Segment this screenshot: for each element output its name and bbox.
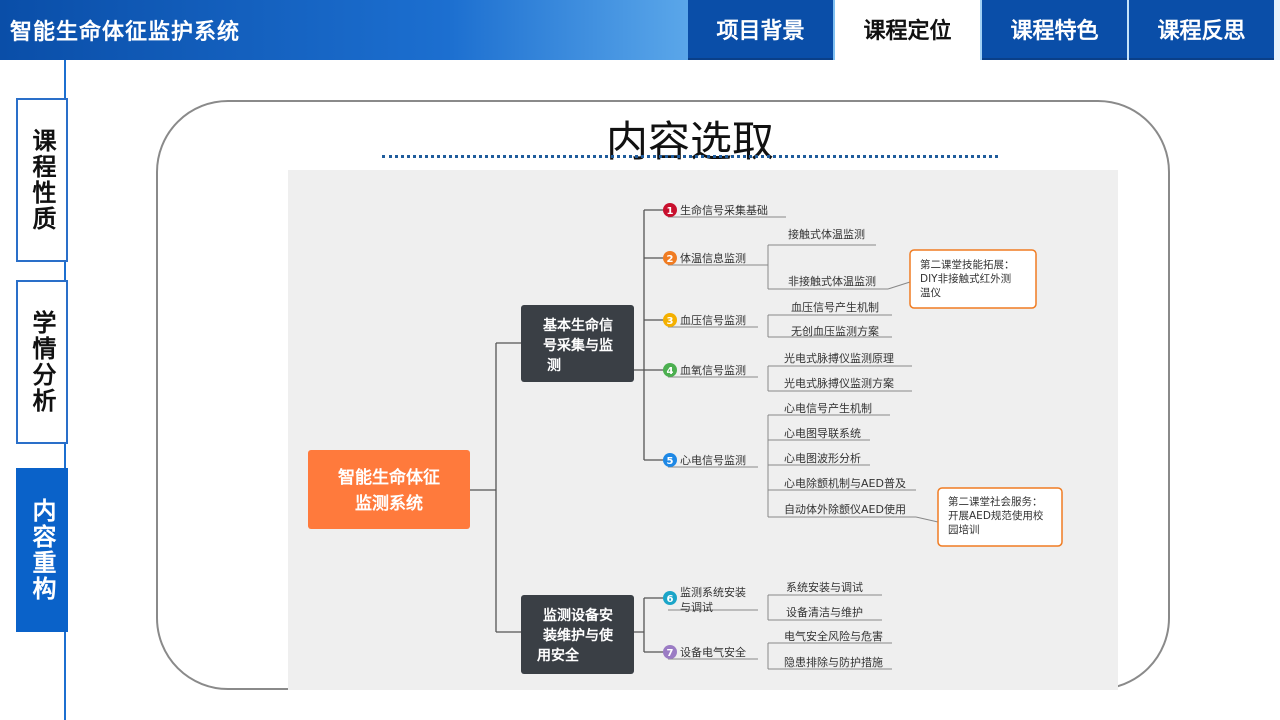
section-title: 内容选取 <box>605 117 774 166</box>
mindmap-topic-7-number: 7 <box>667 648 674 659</box>
mindmap-topic-4-number: 4 <box>667 366 674 377</box>
mindmap-leaf: 自动体外除颤仪AED使用 <box>784 502 906 516</box>
mindmap-leaf: 心电除颤机制与AED普及 <box>784 476 906 490</box>
tab-course-features[interactable]: 课程特色 <box>982 0 1127 60</box>
mindmap-topic-1-label: 生命信号采集基础 <box>680 203 768 217</box>
mindmap-branch-2-label-c: 用安全 <box>537 647 580 664</box>
mindmap-leaf: 电气安全风险与危害 <box>784 629 883 643</box>
mindmap-callout-2-line-1: 第二课堂社会服务： <box>948 495 1043 508</box>
mindmap-root-label-2: 监测系统 <box>355 493 423 514</box>
mindmap-branch-2-label-a: 监测设备安 <box>543 607 613 624</box>
nav-tabs: 项目背景 课程定位 课程特色 课程反思 <box>688 0 1274 60</box>
mindmap-leaf: 隐患排除与防护措施 <box>784 655 883 669</box>
mindmap-topic-5-number: 5 <box>667 456 674 467</box>
mindmap-leaf: 血压信号产生机制 <box>791 300 879 314</box>
mindmap-panel: 智能生命体征 监测系统 基本生命信 号采集与监 测 监测设备安 装维护与使 用安… <box>288 170 1118 690</box>
mindmap-topic-6-number: 6 <box>667 594 674 605</box>
tab-project-background[interactable]: 项目背景 <box>688 0 833 60</box>
mindmap-topic-6-label: 监测系统安装 <box>680 585 746 599</box>
mindmap-leaf: 光电式脉搏仪监测方案 <box>784 376 894 390</box>
mindmap-branch-1-label-c: 测 <box>547 357 561 374</box>
mindmap-topic-3-number: 3 <box>667 316 674 327</box>
mindmap-callout-1-line-1: 第二课堂技能拓展： <box>920 258 1015 271</box>
tab-course-positioning[interactable]: 课程定位 <box>835 0 980 60</box>
mindmap-topic-2-number: 2 <box>667 254 674 265</box>
mindmap-topic-4-label: 血氧信号监测 <box>680 363 746 377</box>
mindmap-leaf: 光电式脉搏仪监测原理 <box>784 351 894 365</box>
mindmap-callout-2-line-2: 开展AED规范使用校 <box>948 509 1044 522</box>
mindmap-topic-3-label: 血压信号监测 <box>680 313 746 327</box>
mindmap-leaf: 心电图导联系统 <box>784 427 861 440</box>
mindmap-leaf: 接触式体温监测 <box>788 227 865 241</box>
mindmap-leaf: 无创血压监测方案 <box>791 324 879 338</box>
mindmap-leaf: 心电信号产生机制 <box>784 401 872 415</box>
mindmap-callout-1-line-3: 温仪 <box>920 287 941 299</box>
sidebar-item-content-restructure[interactable]: 内容重构 <box>16 468 68 632</box>
title-underline <box>382 155 998 158</box>
tab-course-reflection[interactable]: 课程反思 <box>1129 0 1274 60</box>
sidebar-item-learner-analysis[interactable]: 学情分析 <box>16 280 68 444</box>
mindmap-root-label: 智能生命体征 <box>338 467 440 488</box>
mindmap-topic-2-label: 体温信息监测 <box>680 251 746 265</box>
mindmap-topic-5-label: 心电信号监测 <box>680 454 746 467</box>
mindmap-topic-1-number: 1 <box>667 206 674 217</box>
mindmap-topic-7-label: 设备电气安全 <box>680 645 746 659</box>
mindmap-leaf: 心电图波形分析 <box>784 451 861 465</box>
mindmap-leaf: 系统安装与调试 <box>786 580 863 594</box>
mindmap-leaf: 非接触式体温监测 <box>788 274 876 288</box>
mindmap-branch-2-label-b: 装维护与使 <box>542 627 614 644</box>
mindmap-leaf: 设备清洁与维护 <box>786 605 863 619</box>
mindmap-callout-2-line-3: 园培训 <box>948 523 980 536</box>
mindmap-root-node <box>308 450 470 529</box>
app-title: 智能生命体征监护系统 <box>10 20 241 45</box>
mindmap-branch-1-label-a: 基本生命信 <box>543 317 613 334</box>
mindmap-branch-1-label-b: 号采集与监 <box>543 337 613 354</box>
header-bar: 智能生命体征监护系统 项目背景 课程定位 课程特色 课程反思 <box>0 0 1280 60</box>
mindmap-callout-1-line-2: DIY非接触式红外测 <box>920 272 1011 285</box>
sidebar-item-course-nature[interactable]: 课程性质 <box>16 98 68 262</box>
mindmap-topic-6-label-2: 与调试 <box>680 601 713 614</box>
mindmap-canvas: 智能生命体征 监测系统 基本生命信 号采集与监 测 监测设备安 装维护与使 用安… <box>308 203 1063 674</box>
